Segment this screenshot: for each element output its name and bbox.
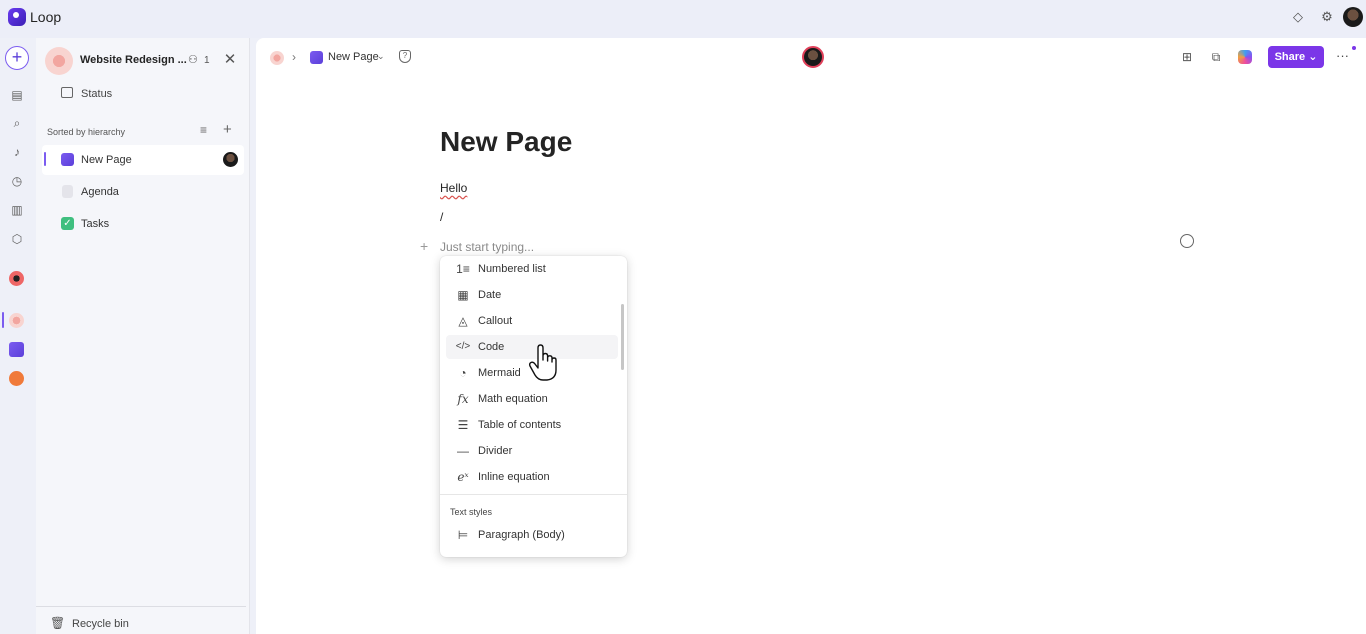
menu-item-label: Callout <box>478 315 513 327</box>
workspace-sidebar: Website Redesign ... ⚇ 1 ✕ Status Sorted… <box>36 38 250 634</box>
slash-command-menu: 1≡ Numbered list ▦ Date ◬ Callout </> Co… <box>440 256 627 557</box>
active-page-indicator <box>44 152 46 166</box>
numbered-list-icon: 1≡ <box>456 262 470 276</box>
menu-item-label: Numbered list <box>478 263 546 275</box>
recent-clock-icon[interactable]: ◷ <box>9 173 25 189</box>
chevron-down-icon[interactable]: ⌄ <box>377 51 385 62</box>
paragraph-icon: ⊨ <box>457 528 469 542</box>
create-new-button[interactable]: + <box>5 46 29 70</box>
recycle-bin-link[interactable]: Recycle bin <box>72 618 129 630</box>
breadcrumb-workspace-icon[interactable] <box>270 51 284 65</box>
workspace-heart-icon[interactable] <box>9 371 24 386</box>
more-options-icon[interactable]: ··· <box>1336 48 1349 63</box>
menu-item-divider[interactable]: — Divider <box>446 439 618 463</box>
editor-placeholder[interactable]: Just start typing... <box>440 240 534 254</box>
menu-item-label: Paragraph (Body) <box>478 529 565 541</box>
menu-item-label: Code <box>478 341 505 353</box>
breadcrumb-page-icon <box>310 51 323 64</box>
page-title[interactable]: New Page <box>440 126 572 158</box>
search-icon[interactable]: ⌕ <box>9 115 25 131</box>
workspace-avatar <box>45 47 73 75</box>
copilot-icon[interactable] <box>1238 50 1252 64</box>
hand-cursor-icon <box>528 344 557 381</box>
sidebar-item-label: Tasks <box>81 218 110 230</box>
sort-label: Sorted by hierarchy <box>47 127 126 137</box>
user-avatar[interactable] <box>1343 7 1363 27</box>
workspace-website-redesign-icon[interactable] <box>9 313 24 328</box>
menu-item-label: Math equation <box>478 393 548 405</box>
notes-icon[interactable]: ▥ <box>9 202 25 218</box>
menu-item-label: Divider <box>478 445 513 457</box>
code-icon: </> <box>455 341 471 352</box>
inline-equation-icon: eˣ <box>457 470 469 484</box>
active-indicator <box>2 312 4 328</box>
add-page-icon[interactable]: + <box>223 121 232 138</box>
title-bar: Loop ◇ ⚙ <box>0 0 1366 38</box>
menu-item-callout[interactable]: ◬ Callout <box>446 309 618 333</box>
workspace-title[interactable]: Website Redesign ... <box>80 54 187 66</box>
app-rail: + ▤ ⌕ ♪ ◷ ▥ ⬡ <box>0 38 36 634</box>
diamond-icon[interactable]: ◇ <box>1290 9 1306 25</box>
menu-item-numbered-list[interactable]: 1≡ Numbered list <box>446 257 618 281</box>
sidebar-item-label: Agenda <box>81 186 119 198</box>
table-of-contents-icon: ☰ <box>457 418 469 432</box>
add-block-icon[interactable]: + <box>420 238 428 254</box>
menu-item-label: Inline equation <box>478 471 550 483</box>
sidebar-item-new-page[interactable]: New Page <box>42 145 244 175</box>
status-icon <box>61 87 73 98</box>
checkbox-icon: ✓ <box>61 217 74 230</box>
sidebar-item-label: New Page <box>81 154 132 166</box>
components-icon[interactable]: ⊞ <box>1179 49 1195 65</box>
divider <box>36 606 246 607</box>
calendar-icon: ▦ <box>457 288 469 302</box>
menu-item-paragraph[interactable]: ⊨ Paragraph (Body) <box>446 523 618 547</box>
loop-logo-icon <box>8 8 26 26</box>
page-canvas: › New Page ⌄ ? ⊞ ⧉ Share ⌄ ··· New Page … <box>256 38 1366 634</box>
menu-item-label: Mermaid <box>478 367 521 379</box>
breadcrumb-separator: › <box>292 50 296 64</box>
notification-dot <box>1352 46 1356 50</box>
trash-icon[interactable]: 🗑 <box>50 616 65 630</box>
menu-section-label: Text styles <box>450 507 493 517</box>
menu-item-label: Date <box>478 289 502 301</box>
share-button[interactable]: Share ⌄ <box>1268 46 1324 68</box>
sidebar-item-tasks[interactable]: ✓ Tasks <box>42 209 244 239</box>
bell-icon[interactable]: ♪ <box>9 144 25 160</box>
menu-item-label: Table of contents <box>478 419 562 431</box>
collaborator-avatar <box>223 152 238 167</box>
filter-icon[interactable]: ≡ <box>200 123 207 137</box>
menu-item-math-equation[interactable]: fx Math equation <box>446 387 618 411</box>
shield-icon[interactable]: ? <box>399 50 411 63</box>
members-icon[interactable]: ⚇ <box>188 53 198 66</box>
home-icon[interactable]: ▤ <box>9 87 25 103</box>
menu-scrollbar[interactable] <box>621 304 624 370</box>
divider-icon: — <box>457 444 469 458</box>
document-icon <box>62 185 73 198</box>
menu-item-table-of-contents[interactable]: ☰ Table of contents <box>446 413 618 437</box>
loop-page-icon <box>61 153 74 166</box>
menu-item-inline-equation[interactable]: eˣ Inline equation <box>446 465 618 489</box>
sidebar-item-agenda[interactable]: Agenda <box>42 177 244 207</box>
ideas-icon[interactable]: ⬡ <box>9 231 25 247</box>
paragraph-line[interactable]: / <box>440 210 443 224</box>
workspace-sunglasses-icon[interactable] <box>9 271 24 286</box>
copy-icon[interactable]: ⧉ <box>1208 49 1224 65</box>
divider <box>440 494 627 495</box>
gear-icon[interactable]: ⚙ <box>1319 9 1335 25</box>
paragraph-line[interactable]: Hello <box>440 181 467 195</box>
loop-component-icon[interactable] <box>1180 234 1194 248</box>
callout-icon: ◬ <box>458 314 468 328</box>
workspace-loop-page-icon[interactable] <box>9 342 24 357</box>
mermaid-icon: ◔ <box>459 366 467 380</box>
menu-item-date[interactable]: ▦ Date <box>446 283 618 307</box>
breadcrumb-page[interactable]: New Page <box>328 51 379 63</box>
app-title: Loop <box>30 9 62 25</box>
members-count: 1 <box>204 55 210 66</box>
close-icon[interactable]: ✕ <box>223 50 237 68</box>
status-link[interactable]: Status <box>81 88 112 100</box>
presence-avatar[interactable] <box>802 46 824 68</box>
function-icon: fx <box>457 392 469 406</box>
